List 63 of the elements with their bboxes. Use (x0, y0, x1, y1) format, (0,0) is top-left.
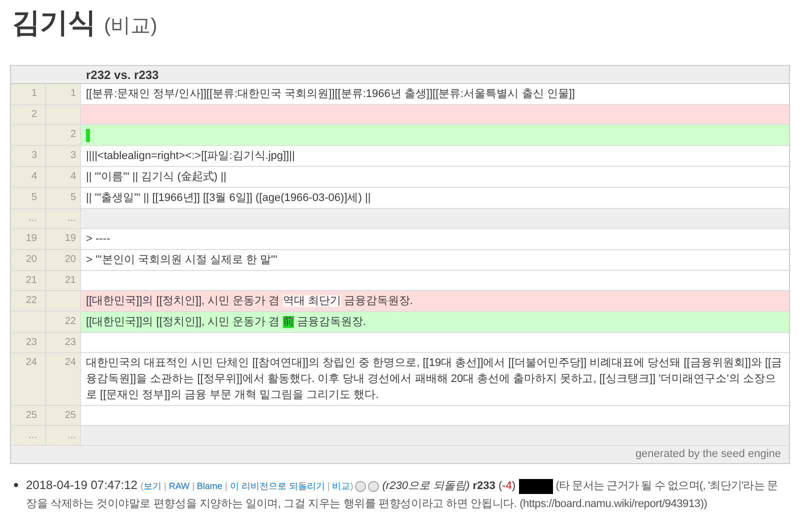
line-number-cell: 4 (11, 167, 46, 187)
link-separator: | (191, 481, 196, 491)
revision-comment: 장을 삭제하는 것이야말로 편향성을 지양하는 일이며, 그걸 지우는 행위를 편향성이라고 하면 안됩니다. (https://board.namu.wiki/report/943913)) (26, 497, 708, 512)
link-separator: | (163, 481, 168, 491)
line-number-cell: 1 (11, 84, 46, 104)
bullet-icon (14, 483, 18, 487)
line-number-cell: ... (11, 426, 46, 445)
line-number-cell: 25 (11, 406, 46, 425)
line-number-cell: 23 (46, 333, 81, 352)
line-number-cell: 2 (11, 105, 46, 124)
radio-button[interactable] (368, 480, 380, 492)
diff-line-text: || '''이름''' || 김기식 (金起式) || (86, 171, 226, 183)
line-number-cell: 24 (46, 353, 81, 405)
line-number-cell: ... (46, 426, 81, 445)
diff-line-text: > '''본인이 국회의원 시절 실제로 한 말''' (86, 254, 278, 266)
diff-line-text: || '''출생일''' || [[1966년]] [[3월 6일]] ([age(1966-03-06)]세) || (86, 192, 371, 204)
line-number-cell: 20 (46, 250, 81, 270)
line-number-cell: 3 (11, 146, 46, 166)
change-bracket: ) (512, 480, 516, 492)
revision-link[interactable]: RAW (168, 481, 190, 491)
line-number-cell: 22 (11, 291, 46, 311)
line-number-cell: 5 (11, 188, 46, 208)
line-number-cell: 19 (11, 229, 46, 249)
revision-datetime: 2018-04-19 07:47:12 (26, 478, 138, 492)
revision-link[interactable]: 보기 (144, 481, 162, 491)
line-number-cell: 21 (11, 271, 46, 290)
line-number-cell: ... (11, 209, 46, 228)
revision-change: -4 (502, 480, 512, 492)
revision-number: r233 (472, 480, 496, 492)
diff-line-text: ||||<tablealign=right><:>[[파일:김기식.jpg]]|| (86, 150, 295, 162)
line-number-cell: 2 (46, 125, 81, 145)
page-subtitle: (비교) (104, 14, 158, 39)
line-number-cell: 22 (46, 312, 81, 332)
link-bracket: ) (350, 481, 354, 491)
revision-link[interactable]: 이 리비전으로 되돌리기 (230, 481, 325, 491)
change-bracket: ( (498, 480, 502, 492)
revision-link[interactable]: 비교 (332, 481, 350, 491)
diff-line-text: [[분류:문재인 정부/인사]][[분류:대한민국 국회의원]][[분류:1966년 출생]][[분류:서울특별시 출신 인물]] (86, 88, 575, 100)
line-number-cell: ... (46, 209, 81, 228)
diff-line-text: > ---- (86, 233, 110, 245)
line-number-cell: 1 (46, 84, 81, 104)
diff-line-text: [[대한민국]]의 [[정치인]], 시민 운동가 겸 역대 최단기 금융감독원장. (86, 295, 413, 307)
line-number-cell: 21 (46, 271, 81, 290)
link-separator: | (326, 481, 331, 491)
line-number-cell: 3 (46, 146, 81, 166)
line-number-cell: 25 (46, 406, 81, 425)
line-number-cell: 23 (11, 333, 46, 352)
line-number-cell: 19 (46, 229, 81, 249)
line-number-cell: 5 (46, 188, 81, 208)
revision-comment: (타 문서는 근거가 될 수 없으며(, '최단기'라는 문 (556, 480, 778, 492)
diff-line-text: [[대한민국]]의 [[정치인]], 시민 운동가 겸 前 금융감독원장. (86, 316, 366, 328)
link-separator: | (224, 481, 228, 491)
revision-link[interactable]: Blame (196, 481, 222, 491)
diff-footer: generated by the seed engine (635, 446, 781, 463)
radio-button[interactable] (355, 480, 366, 492)
diff-line-text: 대한민국의 대표적인 시민 단체인 [[참여연대]]의 창립인 중 한명으로, [[19대 총선]]에서 [[더불어민주당]] 비례대표에 당선돼 [[금융위원회]]와 [[금융감독원]]을 소관하는 [[정무위]]에서 활동했다. 이후 당내 경선에서 패배해 20대 총선에 출마하지 못하고, [[싱크탱크]] '더미래연구소'의 소장으로 [[문재인 정부]]의 금융 부문 개혁 밑그림을 그리기도 했다. (86, 357, 782, 401)
revision-action: (r230으로 되돌림) (382, 480, 470, 492)
line-number-cell: 4 (46, 167, 81, 187)
line-number-cell: 24 (11, 353, 46, 405)
link-bracket: ( (140, 481, 144, 491)
line-number-cell: 20 (11, 250, 46, 270)
diff-header: r232 vs. r233 (85, 67, 160, 83)
page-title: 김기식 (12, 6, 96, 40)
